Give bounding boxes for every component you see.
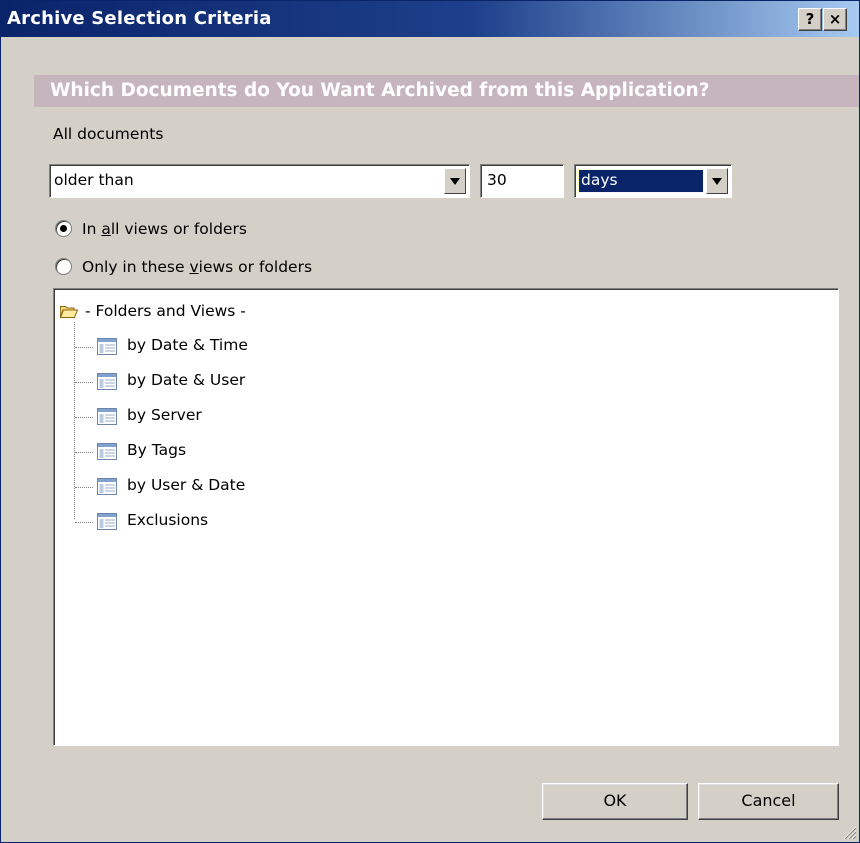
tree-connector (75, 452, 93, 453)
help-button[interactable]: ? (798, 8, 822, 31)
all-views-accesskey: a (101, 220, 111, 238)
only-these-views-radio-label[interactable]: Only in these views or folders (82, 257, 312, 277)
age-value-input[interactable]: 30 (480, 164, 564, 198)
view-icon (97, 338, 117, 355)
tree-connector (75, 522, 93, 523)
tree-item-label: by Date & User (127, 371, 246, 389)
age-operator-select[interactable]: older than (49, 164, 470, 198)
age-unit-selection: days (578, 169, 704, 193)
tree-connector (75, 417, 93, 418)
cancel-button[interactable]: Cancel (698, 783, 839, 820)
dialog-title: Archive Selection Criteria (7, 8, 272, 29)
all-views-radio[interactable] (55, 220, 72, 237)
view-icon (97, 513, 117, 530)
tree-root-label: - Folders and Views - (85, 302, 246, 320)
folders-views-tree[interactable]: - Folders and Views - by Date & Time by D… (53, 288, 839, 746)
all-views-label-part: ll views or folders (110, 220, 247, 238)
close-button[interactable]: × (823, 8, 847, 31)
view-icon (97, 443, 117, 460)
ok-button[interactable]: OK (542, 783, 688, 820)
title-bar[interactable]: Archive Selection Criteria ? × (1, 1, 859, 37)
all-views-radio-label[interactable]: In all views or folders (82, 219, 247, 239)
folder-open-icon (60, 306, 78, 318)
view-icon (97, 373, 117, 390)
only-views-accesskey: v (189, 258, 199, 276)
age-operator-value: older than (54, 171, 134, 189)
only-these-views-radio[interactable] (55, 258, 72, 275)
archive-selection-dialog: Archive Selection Criteria ? × Which Doc… (0, 0, 860, 843)
tree-item-label: by User & Date (127, 476, 246, 494)
question-banner: Which Documents do You Want Archived fro… (34, 75, 859, 107)
scope-label: All documents (53, 125, 164, 143)
tree-item-label: by Date & Time (127, 336, 248, 354)
tree-connector (75, 487, 93, 488)
only-views-label-part: iews or folders (198, 258, 313, 276)
chevron-down-icon[interactable] (444, 168, 466, 194)
view-icon (97, 478, 117, 495)
only-views-label-part: Only in these (82, 258, 190, 276)
view-icon (97, 408, 117, 425)
tree-connector (74, 322, 75, 519)
tree-item-label: by Server (127, 406, 202, 424)
tree-connector (75, 382, 93, 383)
all-views-label-part: In (82, 220, 102, 238)
age-value-text: 30 (487, 171, 507, 189)
resize-grip-icon[interactable] (841, 824, 857, 840)
tree-item-label: Exclusions (127, 511, 209, 529)
tree-connector (75, 347, 93, 348)
chevron-down-icon[interactable] (706, 168, 728, 194)
tree-item-label: By Tags (127, 441, 187, 459)
age-unit-select[interactable]: days (574, 164, 732, 198)
age-unit-value: days (581, 171, 618, 189)
question-heading: Which Documents do You Want Archived fro… (50, 80, 710, 101)
